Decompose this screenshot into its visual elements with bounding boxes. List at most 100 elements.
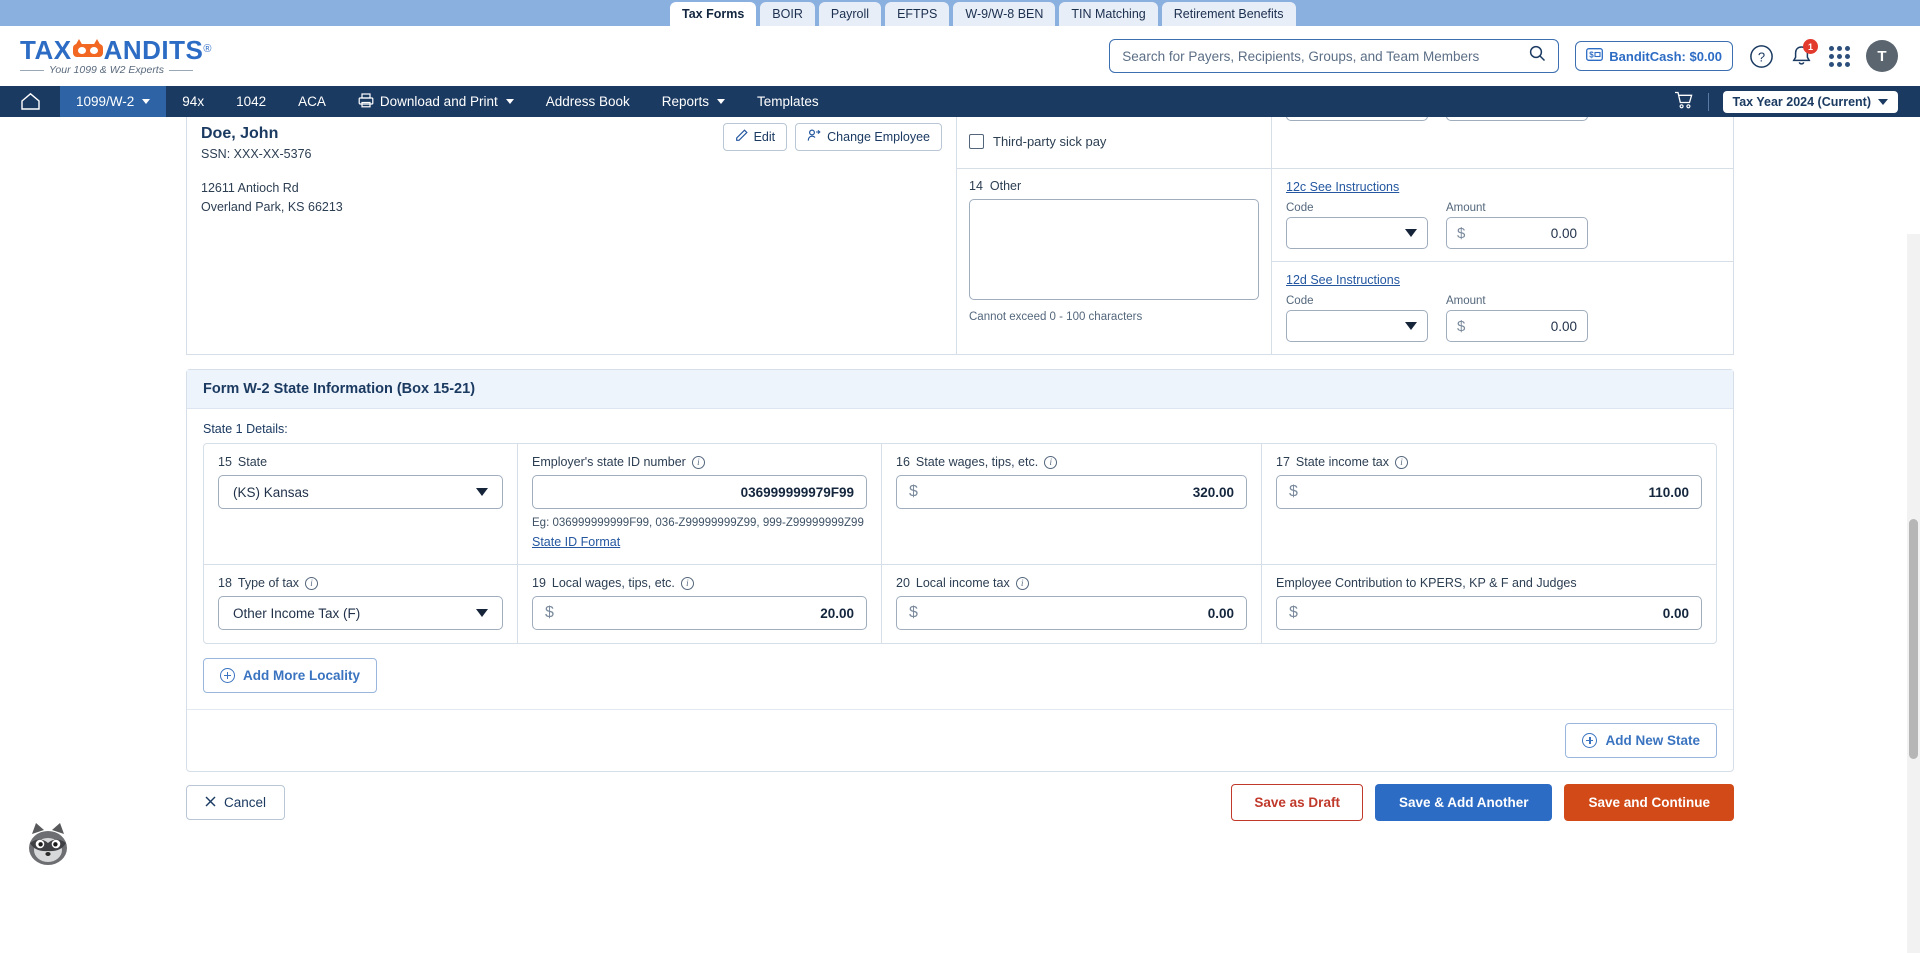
- box12d-amount-input[interactable]: $ 0.00: [1446, 310, 1588, 342]
- tab-tax-forms[interactable]: Tax Forms: [670, 2, 757, 26]
- tab-w9-w8ben[interactable]: W-9/W-8 BEN: [953, 2, 1056, 26]
- form-footer: Cancel Save as Draft Save & Add Another …: [186, 784, 1734, 821]
- third-party-sick-pay-label: Third-party sick pay: [993, 134, 1107, 149]
- home-icon[interactable]: [0, 86, 60, 117]
- box19-input[interactable]: $ 20.00: [532, 596, 867, 630]
- box12d-amount-label: Amount: [1446, 295, 1486, 307]
- box17-value: 110.00: [1648, 484, 1689, 500]
- chevron-down-icon: [476, 609, 488, 617]
- box18-number: 18: [218, 576, 232, 590]
- tab-boir[interactable]: BOIR: [760, 2, 815, 26]
- global-search[interactable]: [1109, 39, 1560, 73]
- save-and-add-another-button[interactable]: Save & Add Another: [1374, 784, 1553, 821]
- info-icon[interactable]: i: [691, 455, 705, 469]
- user-switch-icon: [807, 129, 821, 145]
- tab-tin-matching[interactable]: TIN Matching: [1059, 2, 1158, 26]
- save-and-continue-button[interactable]: Save and Continue: [1564, 784, 1734, 821]
- info-icon[interactable]: i: [1015, 576, 1029, 590]
- apps-grid-icon[interactable]: [1829, 45, 1850, 67]
- nav-1042[interactable]: 1042: [220, 86, 282, 117]
- avatar[interactable]: T: [1866, 40, 1898, 72]
- currency-symbol: $: [909, 483, 918, 500]
- tax-year-select[interactable]: Tax Year 2024 (Current): [1722, 90, 1898, 113]
- add-more-locality-button[interactable]: Add More Locality: [203, 658, 378, 693]
- third-party-sick-pay-checkbox[interactable]: [969, 134, 984, 149]
- bandit-cash-button[interactable]: $ BanditCash: $0.00: [1575, 41, 1733, 71]
- info-icon[interactable]: i: [1044, 455, 1058, 469]
- currency-symbol: $: [1289, 483, 1298, 500]
- box15-state-select[interactable]: (KS) Kansas: [218, 475, 503, 509]
- box14-other: 14 Other Cannot exceed 0 - 100 characters: [957, 169, 1271, 331]
- taxbandits-logo[interactable]: TAX ANDITS ® Your 1099 & W2 Experts: [20, 37, 212, 76]
- info-icon[interactable]: i: [680, 576, 694, 590]
- nav-templates-label: Templates: [757, 94, 819, 109]
- employee-panel: Doe, John SSN: XXX-XX-5376 12611 Antioch…: [187, 117, 957, 354]
- navbar-right: Tax Year 2024 (Current): [1674, 86, 1920, 117]
- notifications-bell-icon[interactable]: 1: [1790, 39, 1818, 68]
- nav-address-book-label: Address Book: [545, 94, 630, 109]
- box14-other-textarea[interactable]: [969, 199, 1259, 300]
- state-information-title: Form W-2 State Information (Box 15-21): [187, 370, 1733, 409]
- nav-templates[interactable]: Templates: [741, 86, 835, 117]
- nav-address-book[interactable]: Address Book: [530, 86, 646, 117]
- save-as-draft-button[interactable]: Save as Draft: [1231, 784, 1363, 821]
- chevron-down-icon: [505, 99, 514, 104]
- state-fields-row-1: 15 State (KS) Kansas Employer's state ID…: [204, 444, 1716, 565]
- chevron-down-icon: [1405, 322, 1417, 330]
- support-mascot-icon[interactable]: [22, 817, 74, 869]
- box12b-code-clipped[interactable]: [1286, 117, 1428, 121]
- nav-download-and-print[interactable]: Download and Print: [342, 86, 530, 117]
- page-scrollbar[interactable]: [1907, 234, 1920, 953]
- help-icon[interactable]: ?: [1749, 44, 1774, 69]
- box12c-code-field: Code: [1286, 202, 1428, 249]
- box12d-section: 12d See Instructions Code Amount $ 0.00: [1272, 262, 1733, 354]
- nav-reports[interactable]: Reports: [646, 86, 741, 117]
- svg-text:?: ?: [1758, 49, 1765, 64]
- box12b-amount-clipped[interactable]: [1446, 117, 1588, 121]
- nav-1099-w2[interactable]: 1099/W-2: [60, 86, 167, 117]
- box12c-instructions-link[interactable]: 12c See Instructions: [1286, 180, 1399, 194]
- employer-state-id-example: Eg: 036999999999F99, 036-Z99999999Z99, 9…: [532, 517, 864, 529]
- search-icon[interactable]: [1529, 45, 1546, 67]
- add-new-state-button[interactable]: Add New State: [1565, 723, 1717, 758]
- nav-aca[interactable]: ACA: [282, 86, 342, 117]
- box20-input[interactable]: $ 0.00: [896, 596, 1247, 630]
- close-icon: [205, 795, 216, 810]
- w2-upper-card: Doe, John SSN: XXX-XX-5376 12611 Antioch…: [186, 117, 1734, 355]
- box16-cell: 16 State wages, tips, etc. i $ 320.00: [882, 444, 1262, 564]
- box12d-code-select[interactable]: [1286, 310, 1428, 342]
- page-body: Doe, John SSN: XXX-XX-5376 12611 Antioch…: [0, 117, 1920, 953]
- logo-text-tax: TAX: [20, 34, 72, 65]
- tab-eftps[interactable]: EFTPS: [885, 2, 950, 26]
- nav-94x[interactable]: 94x: [166, 86, 220, 117]
- box18-type-of-tax-select[interactable]: Other Income Tax (F): [218, 596, 503, 630]
- box17-label: State income tax: [1295, 455, 1390, 469]
- info-icon[interactable]: i: [305, 576, 319, 590]
- box12c-amount-input[interactable]: $ 0.00: [1446, 217, 1588, 249]
- box12d-instructions-link[interactable]: 12d See Instructions: [1286, 273, 1400, 287]
- add-new-state-label: Add New State: [1605, 733, 1700, 748]
- box14-number: 14: [969, 179, 983, 193]
- employer-state-id-input[interactable]: 036999999979F99: [532, 475, 867, 509]
- cart-icon[interactable]: [1674, 91, 1694, 113]
- tab-payroll[interactable]: Payroll: [818, 2, 882, 26]
- box17-input[interactable]: $ 110.00: [1276, 475, 1702, 509]
- edit-employee-button[interactable]: Edit: [722, 123, 788, 151]
- box19-cell: 19 Local wages, tips, etc. i $ 20.00: [518, 565, 882, 643]
- kpers-input[interactable]: $ 0.00: [1276, 596, 1702, 630]
- header-actions: $ BanditCash: $0.00 ? 1 T: [1109, 39, 1898, 73]
- tab-retirement-benefits[interactable]: Retirement Benefits: [1161, 2, 1296, 26]
- change-employee-button[interactable]: Change Employee: [795, 123, 942, 151]
- logo-tagline: Your 1099 & W2 Experts: [20, 65, 212, 76]
- kpers-label-row: Employee Contribution to KPERS, KP & F a…: [1276, 576, 1702, 590]
- box16-input[interactable]: $ 320.00: [896, 475, 1247, 509]
- edit-employee-label: Edit: [753, 130, 776, 144]
- search-input[interactable]: [1122, 48, 1530, 64]
- cancel-button[interactable]: Cancel: [186, 785, 286, 820]
- scrollbar-thumb[interactable]: [1909, 519, 1918, 759]
- box18-cell: 18 Type of tax i Other Income Tax (F): [204, 565, 518, 643]
- state-id-format-link[interactable]: State ID Format: [532, 535, 620, 549]
- box12c-code-select[interactable]: [1286, 217, 1428, 249]
- info-icon[interactable]: i: [1395, 455, 1409, 469]
- add-state-row: Add New State: [187, 709, 1733, 771]
